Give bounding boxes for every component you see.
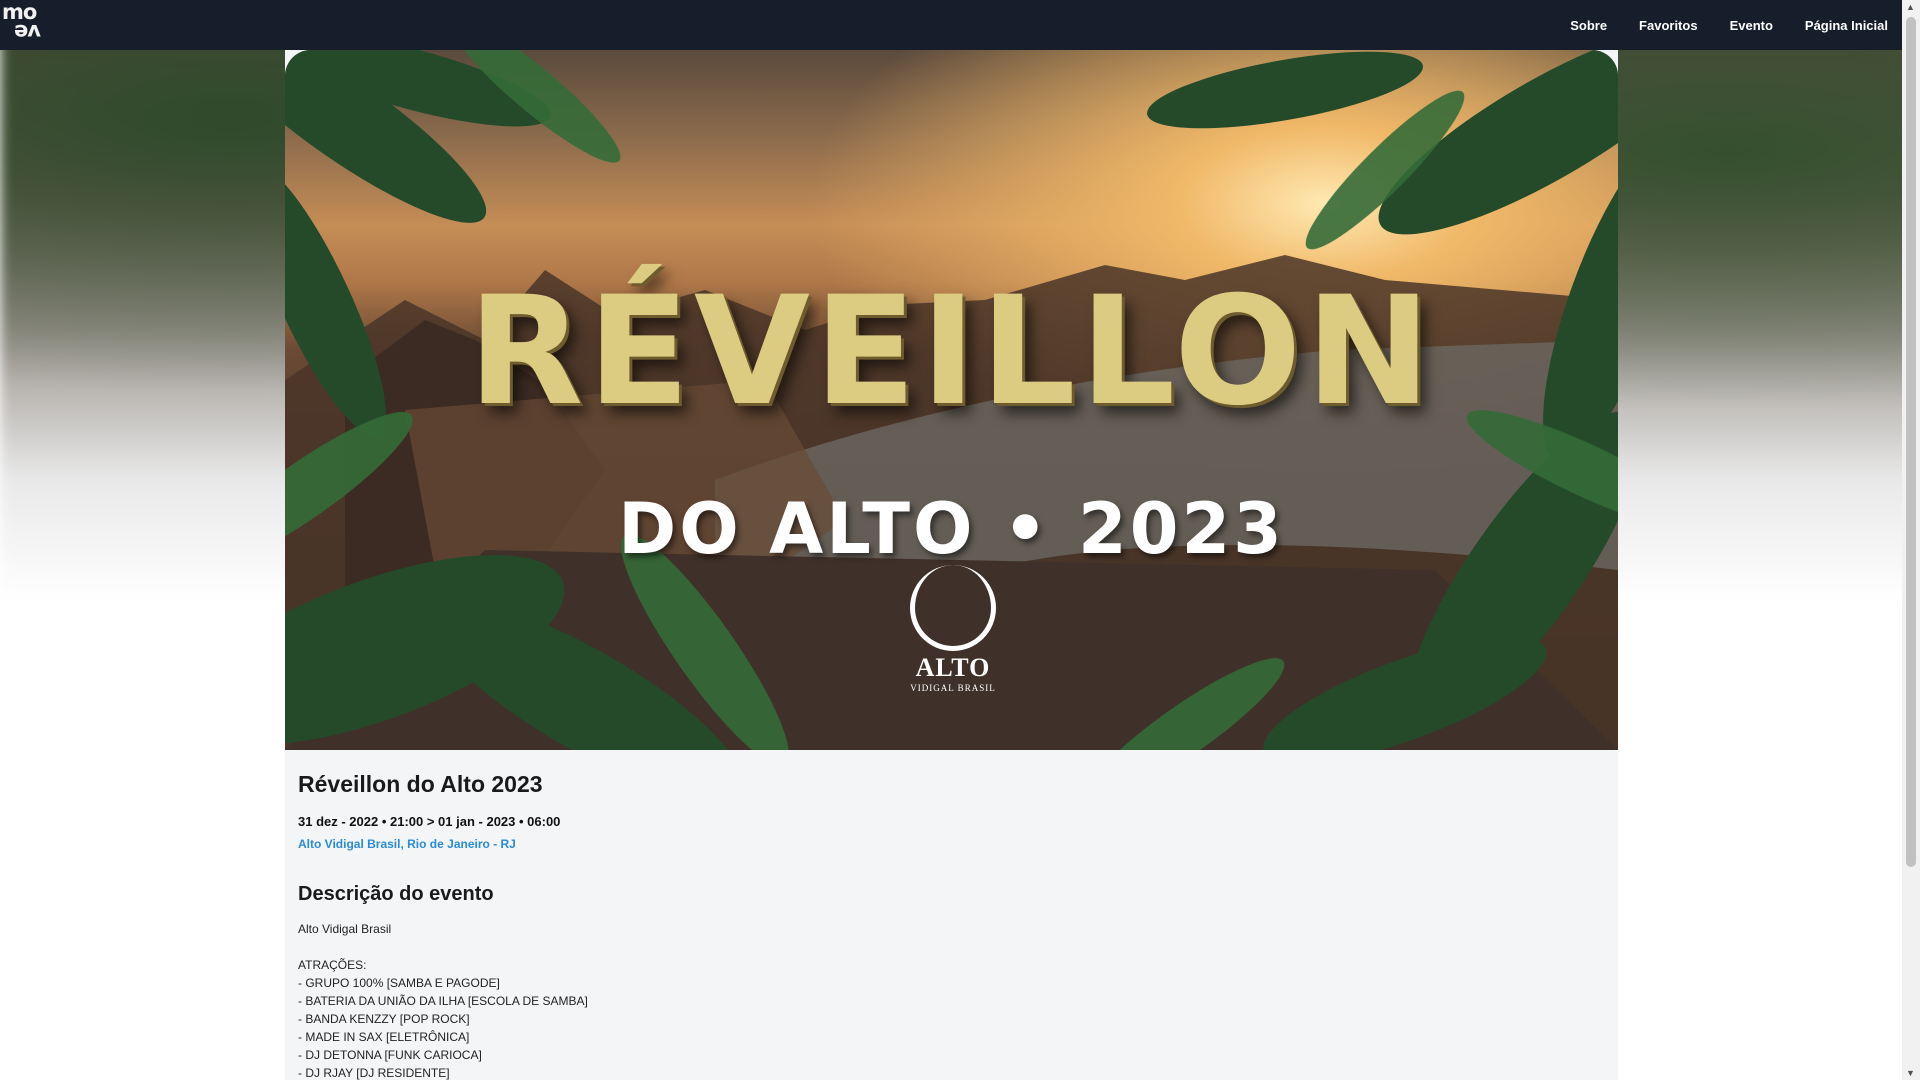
- logo-bottom-text: ve: [15, 20, 41, 44]
- description-organizer: Alto Vidigal Brasil: [298, 922, 392, 936]
- top-navigation-bar: mo ve Sobre Favoritos Evento Página Inic…: [0, 0, 1902, 50]
- attraction-item: - DJ RJAY [DJ RESIDENTE]: [298, 1066, 450, 1080]
- event-date-range: 31 dez - 2022 • 21:00 > 01 jan - 2023 • …: [298, 814, 561, 829]
- scroll-up-arrow-icon[interactable]: ▲: [1906, 2, 1915, 12]
- move-logo[interactable]: mo ve: [0, 0, 58, 50]
- page-scrollbar[interactable]: ▲ ▼: [1902, 0, 1920, 1080]
- attraction-item: - GRUPO 100% [SAMBA E PAGODE]: [298, 976, 500, 990]
- attractions-heading: ATRAÇÕES:: [298, 958, 367, 972]
- attraction-item: - BANDA KENZZY [POP ROCK]: [298, 1012, 470, 1026]
- nav-link-evento[interactable]: Evento: [1730, 18, 1773, 33]
- event-title: Réveillon do Alto 2023: [298, 771, 543, 797]
- description-heading: Descrição do evento: [298, 883, 494, 905]
- nav-link-pagina-inicial[interactable]: Página Inicial: [1805, 18, 1888, 33]
- attraction-item: - MADE IN SAX [ELETRÔNICA]: [298, 1030, 470, 1044]
- event-page-content: RÉVEILLON DO ALTO • 2023 ALTO VIDIGAL BR…: [285, 50, 1618, 1080]
- nav-links: Sobre Favoritos Evento Página Inicial: [1570, 18, 1902, 33]
- banner-subline: DO ALTO • 2023: [618, 488, 1285, 570]
- brand-name: ALTO: [915, 653, 991, 682]
- scroll-down-arrow-icon[interactable]: ▼: [1906, 1068, 1915, 1078]
- fan-emblem-icon: [910, 565, 996, 651]
- event-location-link[interactable]: Alto Vidigal Brasil, Rio de Janeiro - RJ: [298, 837, 516, 851]
- brand-tagline: VIDIGAL BRASIL: [910, 683, 996, 693]
- nav-link-sobre[interactable]: Sobre: [1570, 18, 1607, 33]
- attraction-item: - DJ DETONNA [FUNK CARIOCA]: [298, 1048, 482, 1062]
- event-banner-image: RÉVEILLON DO ALTO • 2023 ALTO VIDIGAL BR…: [285, 50, 1618, 750]
- scrollbar-thumb[interactable]: [1906, 17, 1916, 867]
- attraction-item: - BATERIA DA UNIÃO DA ILHA [ESCOLA DE SA…: [298, 994, 588, 1008]
- event-details: Réveillon do Alto 2023 31 dez - 2022 • 2…: [285, 750, 1618, 1080]
- alto-vidigal-logo: ALTO VIDIGAL BRASIL: [903, 565, 1003, 693]
- banner-headline: RÉVEILLON: [467, 265, 1436, 439]
- event-description: Alto Vidigal Brasil ATRAÇÕES: - GRUPO 10…: [298, 920, 1605, 1080]
- nav-link-favoritos[interactable]: Favoritos: [1639, 18, 1698, 33]
